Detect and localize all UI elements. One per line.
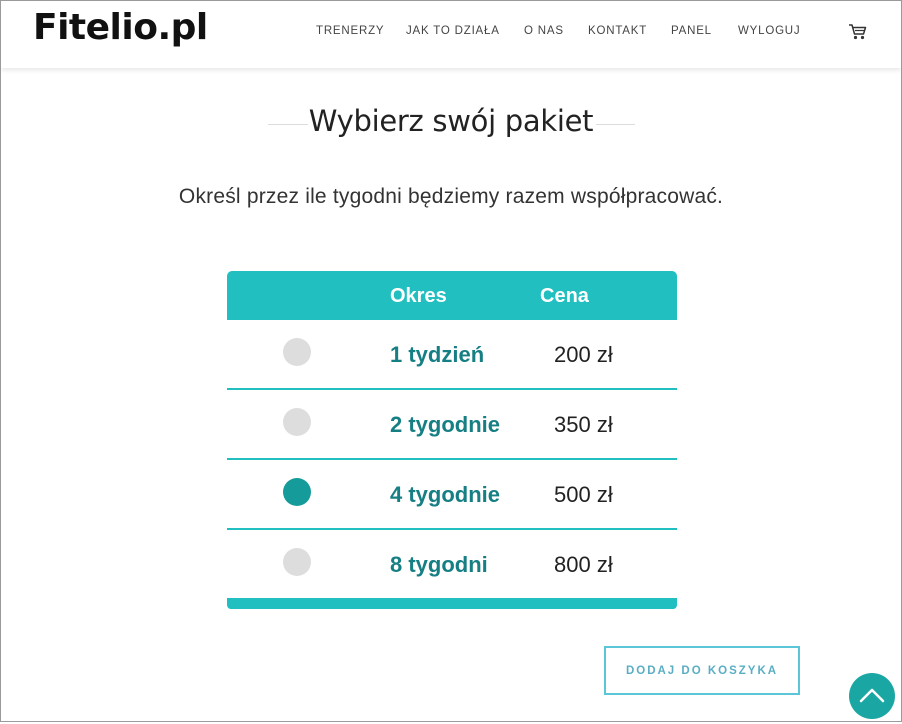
site-header: Fitelio.pl TRENERZY JAK TO DZIAŁA O NAS … (1, 1, 901, 68)
package-radio[interactable] (283, 408, 311, 436)
nav-item-o-nas[interactable]: O NAS (524, 25, 564, 37)
package-radio-selected[interactable] (283, 478, 311, 506)
nav-item-jak-to-dziala[interactable]: JAK TO DZIAŁA (406, 25, 500, 37)
page-subtitle: Określ przez ile tygodni będziemy razem … (178, 185, 724, 208)
nav-item-panel[interactable]: PANEL (671, 25, 712, 37)
package-price: 200 zł (554, 342, 613, 367)
package-table: Okres Cena 1 tydzień 200 zł 2 tygodnie 3… (227, 271, 677, 609)
package-radio[interactable] (283, 548, 311, 576)
cart-icon[interactable] (848, 23, 868, 41)
chevron-up-icon (859, 688, 885, 703)
add-to-cart-button[interactable]: DODAJ DO KOSZYKA (604, 646, 800, 695)
header-period: Okres (390, 285, 447, 307)
package-price: 500 zł (554, 482, 613, 507)
package-radio[interactable] (283, 338, 311, 366)
table-footer (227, 598, 677, 609)
package-price: 350 zł (554, 412, 613, 437)
scroll-top-button[interactable] (849, 673, 895, 719)
package-price: 800 zł (554, 552, 613, 577)
page-title: Wybierz swój pakiet (308, 104, 594, 138)
main-nav: TRENERZY JAK TO DZIAŁA O NAS KONTAKT PAN… (1, 25, 901, 45)
section-title: Wybierz swój pakiet (0, 100, 902, 148)
nav-item-trenerzy[interactable]: TRENERZY (316, 25, 384, 37)
nav-item-kontakt[interactable]: KONTAKT (588, 25, 647, 37)
nav-item-wyloguj[interactable]: WYLOGUJ (738, 25, 800, 37)
package-period: 1 tydzień (390, 342, 485, 367)
table-row[interactable]: 8 tygodni 800 zł (227, 530, 677, 600)
table-row[interactable]: 2 tygodnie 350 zł (227, 390, 677, 460)
package-period: 4 tygodnie (390, 482, 501, 507)
package-period: 2 tygodnie (390, 412, 501, 437)
table-row[interactable]: 1 tydzień 200 zł (227, 320, 677, 390)
header-price: Cena (540, 285, 589, 307)
package-period: 8 tygodni (390, 552, 488, 577)
table-row[interactable]: 4 tygodnie 500 zł (227, 460, 677, 530)
table-header: Okres Cena (227, 271, 677, 320)
